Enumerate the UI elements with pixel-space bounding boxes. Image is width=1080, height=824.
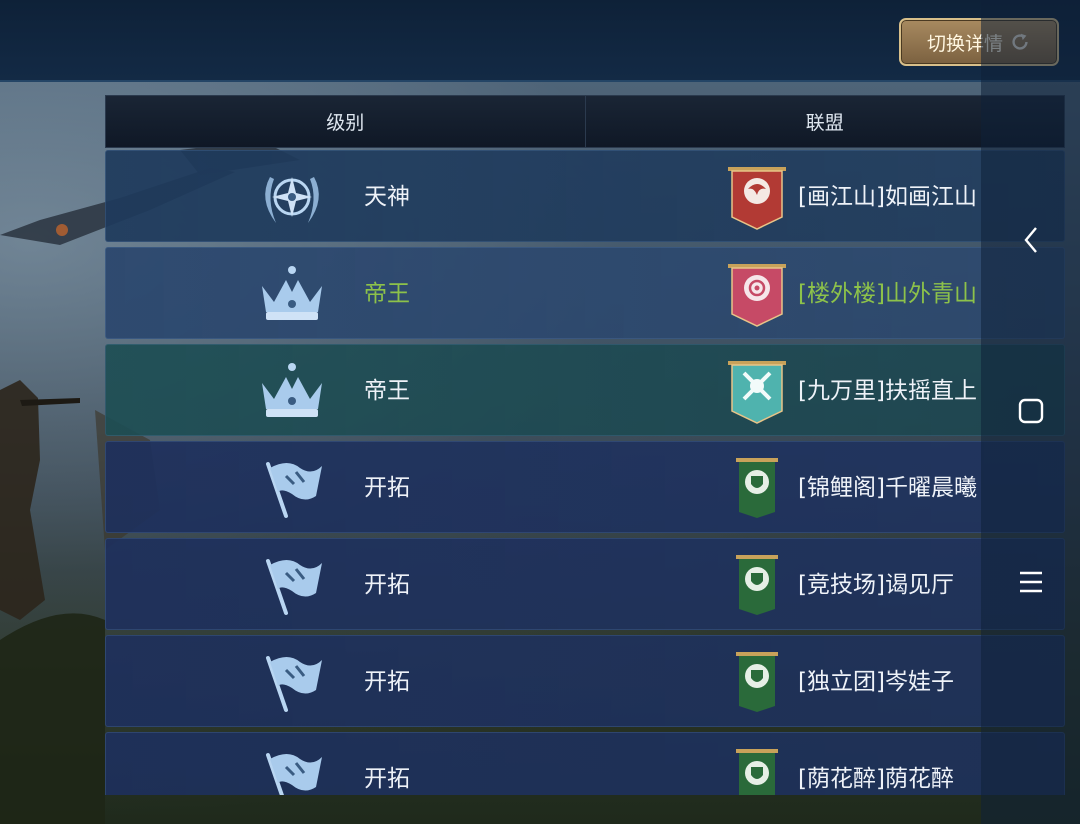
menu-button[interactable] (981, 552, 1080, 612)
home-square-icon (1018, 398, 1043, 424)
green-shield-banner-icon (736, 458, 778, 518)
teal-axes-banner-icon (728, 361, 786, 424)
alliance-name: [荫花醉]荫花醉 (798, 766, 954, 792)
home-button[interactable] (981, 381, 1080, 441)
green-shield-banner-icon (736, 749, 778, 795)
pink-rose-banner-icon (728, 264, 786, 327)
table-row[interactable]: 开拓 [荫花醉]荫花醉 (105, 732, 1065, 795)
table-header: 级别 联盟 (105, 95, 1065, 148)
green-shield-banner-icon (736, 652, 778, 712)
flag-icon (266, 656, 322, 712)
alliance-name: [独立团]岑娃子 (798, 669, 954, 695)
rank-label: 开拓 (364, 572, 410, 598)
flag-icon (266, 753, 322, 795)
ranking-panel: 级别 联盟 天神 [画江山]如画江山 帝王 [楼外楼]山外青山 帝王 [九万里]… (105, 95, 1065, 795)
rank-label: 开拓 (364, 475, 410, 501)
alliance-name: [九万里]扶摇直上 (798, 378, 977, 404)
laurel-compass-emblem-icon (265, 177, 319, 223)
flag-icon (266, 559, 322, 615)
crown-icon (262, 266, 322, 320)
table-row[interactable]: 开拓 [竞技场]谒见厅 (105, 538, 1065, 630)
table-row[interactable]: 帝王 [楼外楼]山外青山 (105, 247, 1065, 339)
red-dragon-banner-icon (728, 167, 786, 230)
rank-label: 天神 (364, 184, 410, 210)
rank-label: 帝王 (364, 378, 410, 404)
alliance-name: [锦鲤阁]千曜晨曦 (798, 475, 977, 501)
alliance-name: [竞技场]谒见厅 (798, 572, 954, 598)
rank-label: 开拓 (364, 766, 410, 792)
green-shield-banner-icon (736, 555, 778, 615)
table-row[interactable]: 开拓 [锦鲤阁]千曜晨曦 (105, 441, 1065, 533)
table-row[interactable]: 帝王 [九万里]扶摇直上 (105, 344, 1065, 436)
back-chevron-icon (1023, 227, 1037, 253)
back-button[interactable] (981, 210, 1080, 270)
column-header-rank: 级别 (106, 96, 586, 147)
table-row[interactable]: 开拓 [独立团]岑娃子 (105, 635, 1065, 727)
flag-icon (266, 462, 322, 518)
alliance-name: [画江山]如画江山 (798, 184, 977, 210)
menu-icon (1019, 571, 1042, 593)
alliance-name: [楼外楼]山外青山 (798, 281, 977, 307)
top-bar: 切换详情 (0, 0, 1080, 82)
crown-icon (262, 363, 322, 417)
rank-label: 帝王 (364, 281, 410, 307)
table-row[interactable]: 天神 [画江山]如画江山 (105, 150, 1065, 242)
rank-label: 开拓 (364, 669, 410, 695)
system-nav-bar (981, 0, 1080, 824)
